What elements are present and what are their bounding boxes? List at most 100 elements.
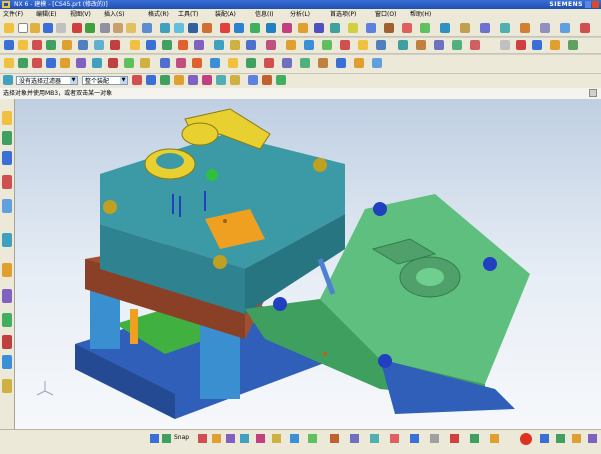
new-file-icon[interactable] (18, 23, 28, 33)
help-icon[interactable] (402, 23, 412, 33)
color-icon[interactable] (282, 23, 292, 33)
sketch-line-icon[interactable] (32, 58, 42, 68)
snap-center-icon[interactable] (160, 75, 170, 85)
snap-control-icon[interactable] (430, 434, 439, 443)
graphics-window[interactable] (15, 99, 601, 429)
dimension-icon[interactable] (282, 58, 292, 68)
print-icon[interactable] (56, 23, 66, 33)
tray-icon[interactable] (588, 434, 597, 443)
process-studio-icon[interactable] (2, 313, 12, 327)
menu-file[interactable]: 文件(F) (3, 10, 23, 20)
convert-reference-icon[interactable] (354, 58, 364, 68)
delete-face-icon[interactable] (434, 40, 444, 50)
snap-intersection-icon[interactable] (202, 75, 212, 85)
history-icon[interactable] (2, 263, 12, 277)
arc-icon[interactable] (516, 40, 526, 50)
snap-tangent-icon[interactable] (276, 75, 286, 85)
guide-bushing[interactable] (313, 158, 327, 172)
mirror-icon[interactable] (266, 40, 276, 50)
input-method-icon[interactable] (520, 433, 532, 445)
assembly-navigator-icon[interactable] (2, 111, 12, 125)
offset-curve-icon[interactable] (210, 58, 220, 68)
open-icon[interactable] (30, 23, 40, 33)
resize-blend-icon[interactable] (452, 40, 462, 50)
pad-icon[interactable] (78, 40, 88, 50)
tray-icon[interactable] (540, 434, 549, 443)
window-controls[interactable] (585, 1, 599, 8)
paste-icon[interactable] (126, 23, 136, 33)
unite-icon[interactable] (130, 40, 140, 50)
auto-constrain-icon[interactable] (318, 58, 328, 68)
expression-icon[interactable] (480, 23, 490, 33)
snap-intersect-icon[interactable] (330, 434, 339, 443)
synch-icon[interactable] (440, 23, 450, 33)
system-scenes-icon[interactable] (2, 379, 12, 393)
gate-insert[interactable] (181, 122, 219, 146)
copy-icon[interactable] (113, 23, 123, 33)
snap-quadrant-icon[interactable] (174, 75, 184, 85)
datum-axis-icon[interactable] (376, 40, 386, 50)
guide-bushing[interactable] (213, 255, 227, 269)
hole-icon[interactable] (32, 40, 42, 50)
part-navigator-icon[interactable] (2, 151, 12, 165)
blend-icon[interactable] (178, 40, 188, 50)
project-icon[interactable] (568, 40, 578, 50)
tools-icon[interactable] (384, 23, 394, 33)
leader-bushing[interactable] (373, 202, 387, 216)
menu-toggle-icon[interactable] (3, 75, 13, 85)
slot-icon[interactable] (94, 40, 104, 50)
cut-icon[interactable] (100, 23, 110, 33)
shell-icon[interactable] (214, 40, 224, 50)
pan-icon[interactable] (202, 23, 212, 33)
intersection-point-icon[interactable] (246, 58, 256, 68)
tray-icon[interactable] (556, 434, 565, 443)
leader-bushing[interactable] (378, 354, 392, 368)
profile-icon[interactable] (18, 58, 28, 68)
split-body-icon[interactable] (304, 40, 314, 50)
edit-icon[interactable] (560, 23, 570, 33)
snap-perp-icon[interactable] (290, 434, 299, 443)
selection-scope-dropdown[interactable]: 整个装配 ▼ (82, 76, 128, 85)
menu-window[interactable]: 窗口(O) (375, 10, 396, 20)
snap-point-icon[interactable] (188, 75, 198, 85)
menu-preferences[interactable]: 首选项(P) (330, 10, 356, 20)
snap-center-icon[interactable] (226, 434, 235, 443)
chamfer-icon[interactable] (194, 40, 204, 50)
point-icon[interactable] (550, 40, 560, 50)
alternate-solution-icon[interactable] (372, 58, 382, 68)
snap-any-icon[interactable] (490, 434, 499, 443)
undo-icon[interactable] (72, 23, 82, 33)
show-constraints-icon[interactable] (336, 58, 346, 68)
fit-icon[interactable] (160, 23, 170, 33)
thicken-icon[interactable] (340, 40, 350, 50)
system-materials-icon[interactable] (2, 289, 12, 303)
render-icon[interactable] (366, 23, 376, 33)
subtract-icon[interactable] (146, 40, 156, 50)
boss-icon[interactable] (46, 40, 56, 50)
snap-arc-icon[interactable] (262, 75, 272, 85)
snap-end-icon[interactable] (198, 434, 207, 443)
start-icon[interactable] (4, 23, 14, 33)
save-icon[interactable] (43, 23, 53, 33)
menu-information[interactable]: 信息(I) (255, 10, 273, 20)
pocket-icon[interactable] (62, 40, 72, 50)
type-filter-dropdown[interactable]: 没有选择过滤器 ▼ (16, 76, 78, 85)
close-part-icon[interactable] (580, 23, 590, 33)
shaded-icon[interactable] (220, 23, 230, 33)
select-icon[interactable] (142, 23, 152, 33)
snap-bounded-icon[interactable] (390, 434, 399, 443)
reuse-icon[interactable] (420, 23, 430, 33)
snap-face-icon[interactable] (230, 75, 240, 85)
snap-tangent-icon[interactable] (272, 434, 281, 443)
redo-icon[interactable] (85, 23, 95, 33)
offset-icon[interactable] (322, 40, 332, 50)
menu-help[interactable]: 帮助(H) (410, 10, 431, 20)
snap-point-icon[interactable] (470, 434, 479, 443)
part-icon[interactable] (298, 23, 308, 33)
draft-icon[interactable] (230, 40, 240, 50)
wcs-icon[interactable] (266, 23, 276, 33)
sketch-icon[interactable] (500, 23, 510, 33)
snap-quad-icon[interactable] (240, 434, 249, 443)
snap-grid-icon[interactable] (150, 434, 159, 443)
snap-toggle-icon[interactable] (162, 434, 171, 443)
